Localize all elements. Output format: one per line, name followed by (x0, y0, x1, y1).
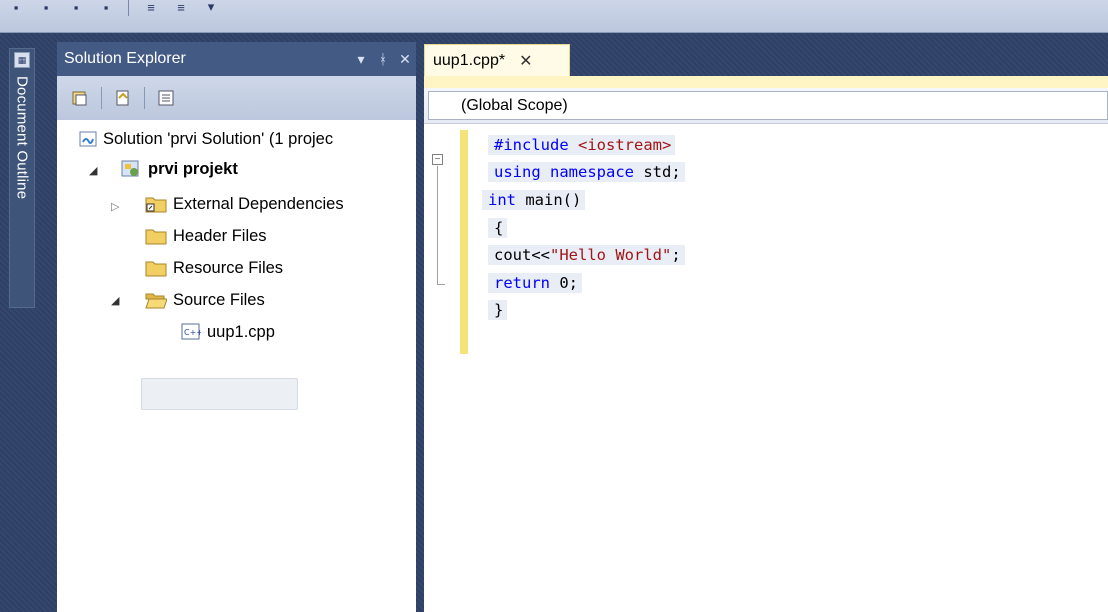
code-line-1: #include <iostream> (488, 132, 676, 158)
outline-guide (437, 166, 438, 284)
file-label: uup1.cpp (207, 322, 275, 341)
open-folder-icon (145, 293, 167, 309)
code-token: std; (634, 163, 681, 181)
refresh-icon[interactable] (112, 87, 134, 109)
document-outline-label: Document Outline (13, 76, 31, 200)
toolbar-separator (144, 87, 145, 109)
pin-icon[interactable]: ᚼ (372, 51, 394, 67)
outline-guide-end (437, 284, 445, 285)
document-tab-strip: uup1.cpp* ✕ (424, 42, 1108, 76)
window-position-dropdown-icon[interactable]: ▾ (350, 51, 372, 68)
folder-icon (145, 229, 167, 245)
code-token: ; (671, 246, 681, 264)
code-line-5: cout<<"Hello World"; (488, 242, 685, 268)
keyword-token: int (488, 191, 516, 209)
solution-icon (79, 131, 97, 147)
active-tab-underline (424, 76, 1108, 88)
code-line-6: return 0; (488, 270, 582, 296)
toolbar-separator (101, 87, 102, 109)
external-dependencies-folder-icon (145, 197, 167, 213)
solution-tree: Solution 'prvi Solution' (1 projec ◢ prv… (57, 120, 416, 612)
document-outline-icon: ▦ (14, 52, 30, 68)
solution-explorer-title: Solution Explorer (64, 50, 186, 67)
tree-item-source-files[interactable]: Source Files (145, 285, 265, 315)
code-editor[interactable]: (Global Scope) − #include <iostream> usi… (424, 88, 1108, 612)
resource-files-label: Resource Files (173, 258, 284, 277)
main-toolbar: ▪ ▪ ▪ ▪ ≡ ≡ ▾ (0, 0, 1108, 33)
project-icon (121, 160, 139, 177)
code-line-2: using namespace std; (488, 159, 685, 185)
svg-text:C++: C++ (184, 328, 201, 337)
dropdown-icon[interactable]: ▾ (199, 0, 223, 17)
solution-explorer-toolbar (57, 76, 416, 120)
navigation-bar: (Global Scope) (424, 88, 1108, 124)
document-outline-tab[interactable]: ▦ Document Outline (9, 48, 35, 308)
show-all-files-icon[interactable] (69, 87, 91, 109)
tree-item-external-dependencies[interactable]: External Dependencies (145, 189, 344, 219)
preprocessor-token: #include (494, 136, 578, 154)
close-icon[interactable]: ✕ (394, 51, 416, 68)
source-files-label: Source Files (173, 290, 265, 309)
selection-highlight (141, 378, 298, 410)
code-token: 0; (550, 274, 578, 292)
tree-item-file-uup1[interactable]: C++ uup1.cpp (181, 317, 275, 347)
collapse-icon[interactable]: − (432, 154, 443, 165)
code-line-7: } (488, 297, 508, 323)
keyword-token: using (494, 163, 541, 181)
align-center-icon[interactable]: ≡ (169, 0, 193, 17)
toolbar-separator (128, 0, 129, 16)
toolbar-icon-3[interactable]: ▪ (64, 0, 88, 17)
tree-item-header-files[interactable]: Header Files (145, 221, 267, 251)
align-left-icon[interactable]: ≡ (139, 0, 163, 17)
tab-close-icon[interactable]: ✕ (519, 51, 532, 71)
tab-uup1-cpp[interactable]: uup1.cpp* ✕ (424, 44, 570, 76)
tree-item-resource-files[interactable]: Resource Files (145, 253, 283, 283)
expanded-arrow-icon[interactable]: ◢ (111, 294, 119, 307)
cpp-file-icon: C++ (181, 323, 201, 340)
code-token: main() (516, 191, 582, 209)
tree-item-project[interactable]: prvi projekt (120, 154, 238, 184)
code-line-3: int main() (482, 187, 586, 213)
code-token: } (494, 301, 504, 319)
code-token: { (494, 219, 504, 237)
toolbar-icon-4[interactable]: ▪ (94, 0, 118, 17)
code-line-4: { (488, 215, 508, 241)
properties-icon[interactable] (155, 87, 177, 109)
change-tracking-bar (460, 130, 468, 354)
tab-label: uup1.cpp* (433, 51, 506, 69)
code-token: cout<< (494, 246, 550, 264)
toolbar-icon-2[interactable]: ▪ (34, 0, 58, 17)
header-files-label: Header Files (173, 226, 267, 245)
left-dock-strip: ▦ Document Outline (0, 42, 48, 612)
include-target-token: <iostream> (578, 136, 672, 154)
solution-explorer-header: Solution Explorer ▾ ᚼ ✕ (57, 42, 416, 76)
scope-dropdown[interactable]: (Global Scope) (428, 91, 1108, 120)
expanded-arrow-icon[interactable]: ◢ (89, 164, 97, 177)
toolbar-icon-1[interactable]: ▪ (4, 0, 28, 17)
scope-label: (Global Scope) (461, 96, 568, 114)
folder-icon (145, 261, 167, 277)
keyword-token: return (494, 274, 550, 292)
tree-item-solution[interactable]: Solution 'prvi Solution' (1 projec (79, 124, 333, 154)
collapsed-arrow-icon[interactable]: ▷ (111, 200, 119, 213)
project-label: prvi projekt (148, 159, 238, 178)
solution-explorer-panel: Solution Explorer ▾ ᚼ ✕ Solution 'prvi S… (57, 42, 416, 612)
keyword-token: namespace (550, 163, 635, 181)
external-dependencies-label: External Dependencies (173, 194, 344, 213)
string-token: "Hello World" (550, 246, 672, 264)
solution-label: Solution 'prvi Solution' (1 projec (103, 129, 334, 148)
